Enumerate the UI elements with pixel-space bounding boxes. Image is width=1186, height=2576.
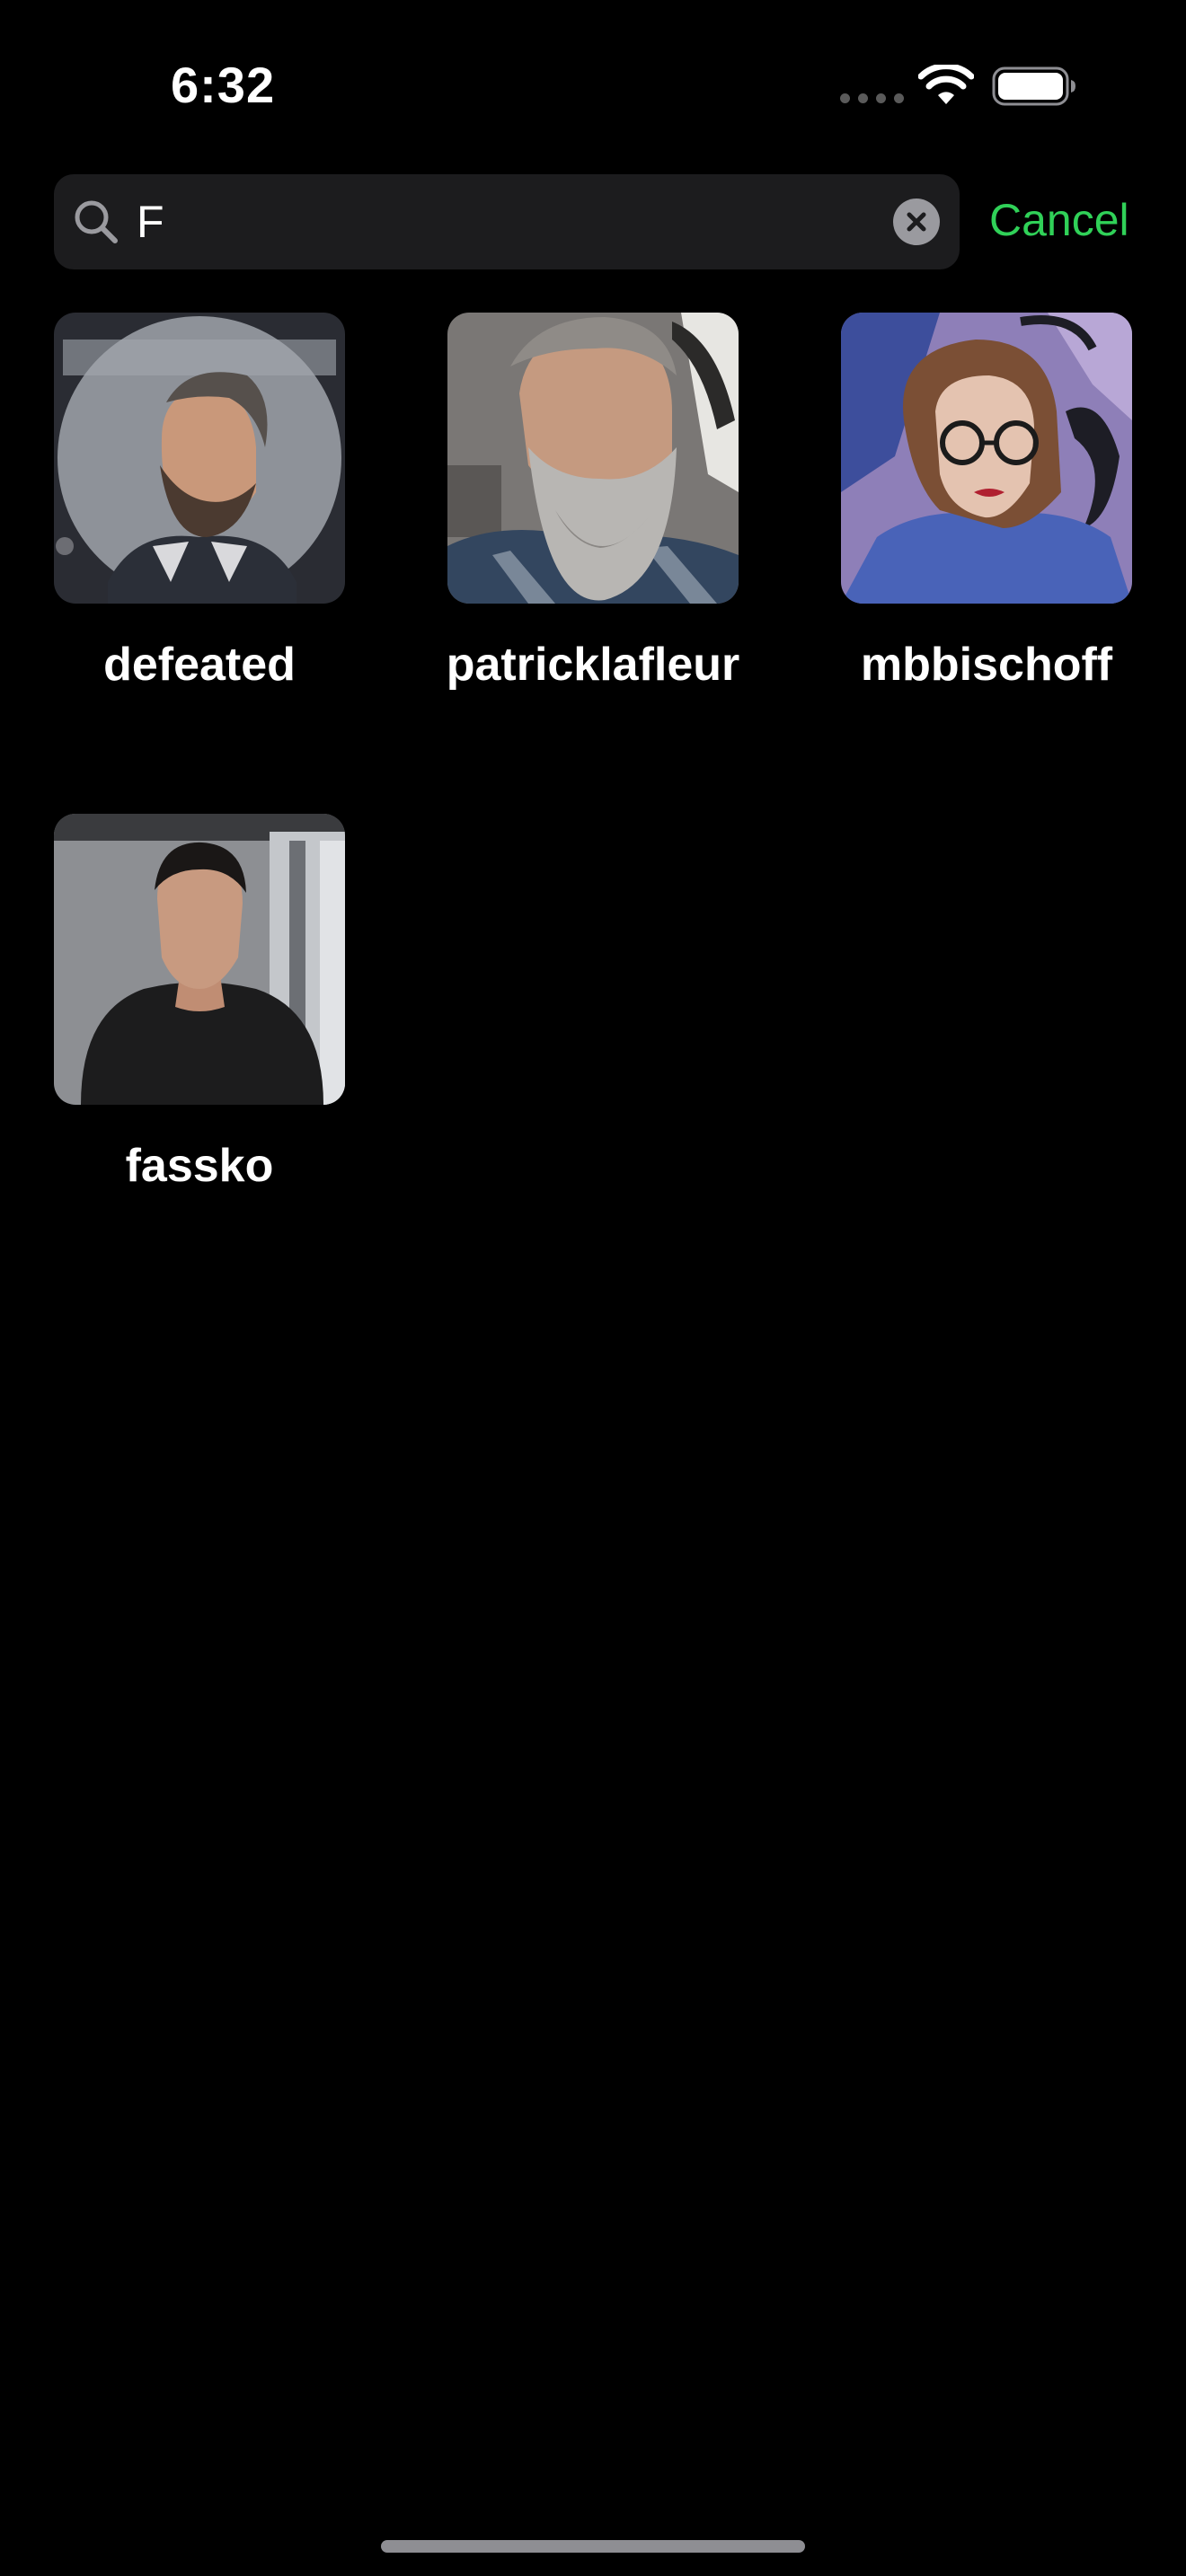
- screen: 6:32 F Cancel defeated patricklafleur mb…: [0, 0, 1186, 2576]
- search-input[interactable]: F: [54, 174, 960, 269]
- wifi-icon: [918, 65, 974, 104]
- clear-search-button[interactable]: [893, 198, 940, 245]
- status-time: 6:32: [171, 57, 276, 113]
- username-label: patricklafleur: [446, 639, 740, 691]
- close-icon: [907, 212, 926, 232]
- user-card-patricklafleur[interactable]: patricklafleur: [447, 313, 744, 744]
- search-query-text: F: [137, 197, 164, 247]
- cellular-signal-icon: [840, 93, 904, 103]
- user-card-defeated[interactable]: defeated: [54, 313, 350, 744]
- home-indicator[interactable]: [381, 2540, 805, 2553]
- battery-icon: [992, 66, 1075, 106]
- avatar[interactable]: [447, 313, 739, 604]
- user-card-fassko[interactable]: fassko: [54, 814, 350, 1245]
- username-label: mbbischoff: [860, 639, 1113, 691]
- username-label: fassko: [125, 1140, 274, 1192]
- search-bar: F Cancel: [54, 174, 1132, 269]
- username-label: defeated: [103, 639, 296, 691]
- avatar[interactable]: [54, 814, 345, 1105]
- avatar[interactable]: [841, 313, 1132, 604]
- avatar[interactable]: [54, 313, 345, 604]
- status-bar: 6:32: [0, 0, 1186, 171]
- search-icon: [75, 200, 118, 243]
- user-card-mbbischoff[interactable]: mbbischoff: [841, 313, 1137, 744]
- cancel-button[interactable]: Cancel: [989, 194, 1129, 246]
